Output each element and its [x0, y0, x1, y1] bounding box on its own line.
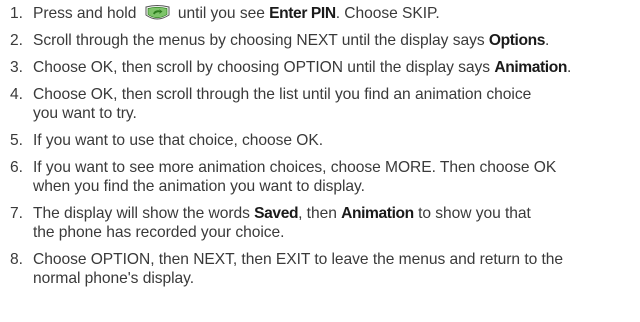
step-7: 7. The display will show the words Saved… [10, 205, 531, 241]
step-number: 7. [10, 205, 23, 222]
step-number: 3. [10, 59, 23, 76]
options-label: Options [488, 32, 546, 49]
enter-pin-label: Enter PIN [269, 5, 336, 22]
step-1: 1. Press and hold until you see Enter PI… [10, 5, 440, 22]
step-2: 2. Scroll through the menus by choosing … [10, 32, 550, 49]
step-number: 8. [10, 251, 23, 268]
step-5: 5. If you want to use that choice, choos… [10, 132, 324, 149]
instruction-list: 1. Press and hold until you see Enter PI… [0, 0, 640, 288]
step-number: 5. [10, 132, 23, 149]
step-number: 2. [10, 32, 23, 49]
phone-key-icon [145, 5, 170, 20]
step-number: 4. [10, 86, 23, 103]
step-number: 1. [10, 5, 23, 22]
saved-label: Saved [254, 205, 299, 222]
step-4: 4. Choose OK, then scroll through the li… [10, 86, 532, 122]
step-6: 6. If you want to see more animation cho… [10, 159, 557, 195]
animation-label: Animation [494, 59, 567, 76]
step-8: 8. Choose OPTION, then NEXT, then EXIT t… [10, 251, 564, 287]
animation-label: Animation [341, 205, 414, 222]
step-number: 6. [10, 159, 23, 176]
step-3: 3. Choose OK, then scroll by choosing OP… [10, 59, 572, 76]
